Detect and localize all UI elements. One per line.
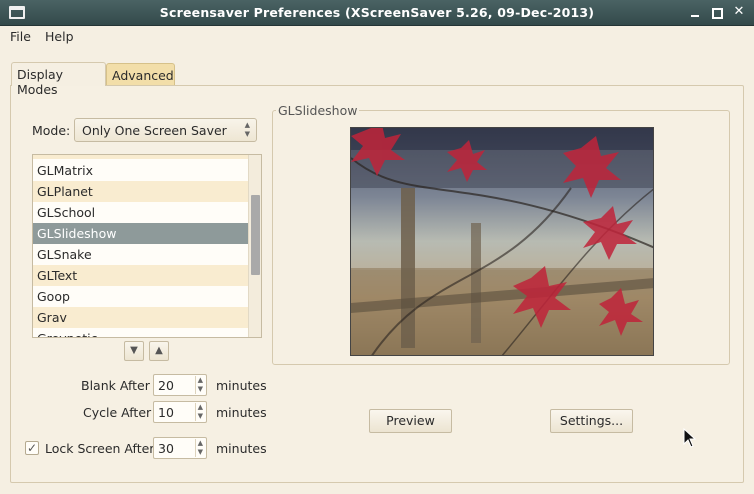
settings-button[interactable]: Settings... [550, 409, 633, 433]
spin-icon[interactable]: ▲ ▼ [194, 376, 203, 394]
list-scrollbar[interactable] [248, 155, 261, 337]
mode-label: Mode: [32, 123, 71, 138]
mode-select[interactable]: Only One Screen Saver ▲ ▼ [74, 118, 257, 142]
arrow-up-icon: ▲ [155, 345, 163, 356]
menu-bar: File Help [0, 26, 754, 48]
menu-file[interactable]: File [10, 29, 31, 44]
move-down-button[interactable]: ▼ [124, 341, 144, 361]
arrow-down-icon: ▼ [130, 345, 138, 356]
list-item[interactable]: Grav [33, 307, 249, 328]
list-item[interactable]: GLText [33, 265, 249, 286]
blank-after-input[interactable]: 20 ▲ ▼ [153, 374, 207, 396]
cycle-after-input[interactable]: 10 ▲ ▼ [153, 401, 207, 423]
scrollbar-thumb[interactable] [251, 195, 260, 275]
blank-after-label: Blank After [81, 378, 150, 393]
minimize-icon[interactable] [688, 4, 704, 20]
list-item[interactable]: GLMatrix [33, 160, 249, 181]
menu-help[interactable]: Help [45, 29, 74, 44]
blank-after-unit: minutes [216, 378, 267, 393]
lock-screen-value: 30 [158, 441, 174, 456]
preview-artwork [351, 128, 653, 355]
window-title: Screensaver Preferences (XScreenSaver 5.… [159, 5, 595, 20]
maximize-icon[interactable] [709, 4, 725, 20]
spin-icon[interactable]: ▲ ▼ [194, 439, 203, 457]
lock-screen-checkbox[interactable]: ✓ [25, 441, 39, 455]
lock-screen-unit: minutes [216, 441, 267, 456]
title-bar: Screensaver Preferences (XScreenSaver 5.… [0, 0, 754, 26]
close-icon[interactable]: ✕ [731, 4, 747, 20]
list-item[interactable]: GLPlanet [33, 181, 249, 202]
list-item[interactable]: Greynetic [33, 328, 249, 337]
list-item-selected[interactable]: GLSlideshow [33, 223, 249, 244]
mode-select-value: Only One Screen Saver [82, 123, 227, 138]
list-item[interactable]: GLSnake [33, 244, 249, 265]
updown-icon: ▲ ▼ [244, 121, 250, 138]
preview-frame-label: GLSlideshow [276, 103, 360, 118]
lock-screen-label[interactable]: Lock Screen After [45, 441, 154, 456]
lock-screen-input[interactable]: 30 ▲ ▼ [153, 437, 207, 459]
blank-after-value: 20 [158, 378, 174, 393]
cycle-after-label: Cycle After [83, 405, 152, 420]
tab-display-modes[interactable]: Display Modes [11, 62, 106, 97]
preview-button[interactable]: Preview [369, 409, 452, 433]
screensaver-list[interactable]: GLMatrix GLPlanet GLSchool GLSlideshow G… [32, 154, 262, 338]
list-item-partial [33, 155, 249, 159]
tab-advanced[interactable]: Advanced [106, 63, 175, 85]
cycle-after-value: 10 [158, 405, 174, 420]
checkmark-icon: ✓ [26, 441, 38, 455]
move-up-button[interactable]: ▲ [149, 341, 169, 361]
mouse-cursor-icon [683, 428, 697, 448]
list-item[interactable]: GLSchool [33, 202, 249, 223]
spin-icon[interactable]: ▲ ▼ [194, 403, 203, 421]
cycle-after-unit: minutes [216, 405, 267, 420]
list-item[interactable]: Goop [33, 286, 249, 307]
screensaver-preview-image [350, 127, 654, 356]
